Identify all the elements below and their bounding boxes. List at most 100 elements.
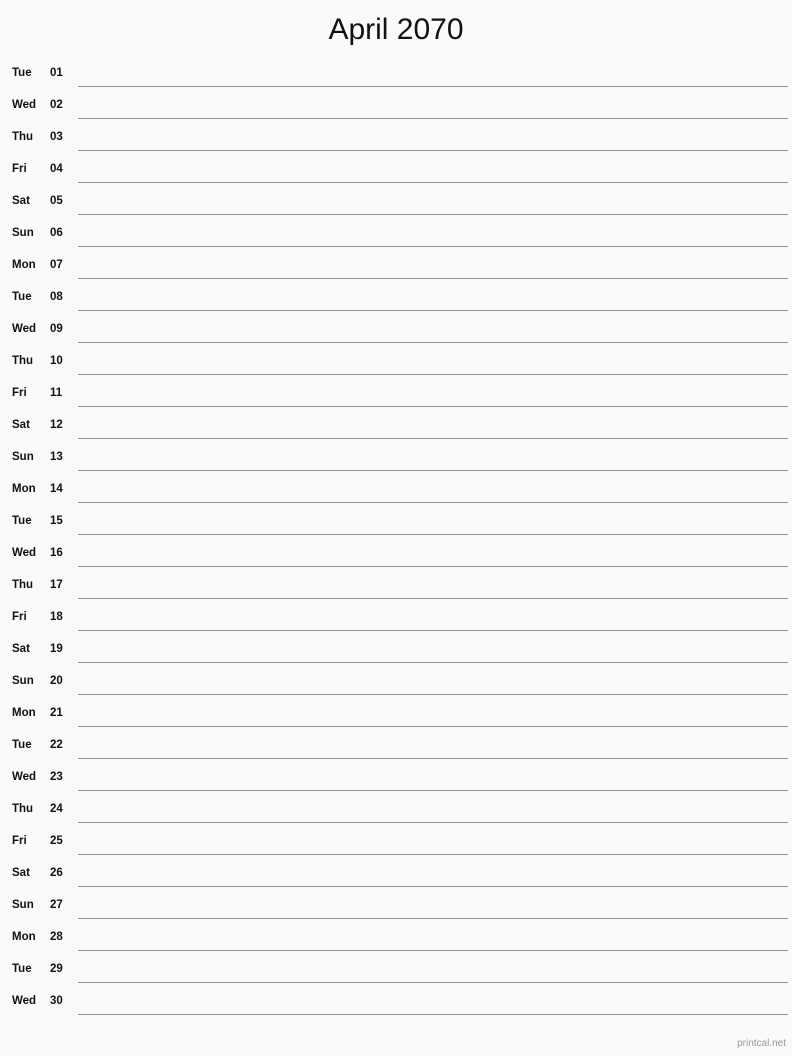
day-writing-line[interactable]	[78, 950, 788, 951]
day-date-number: 27	[50, 899, 63, 911]
table-row[interactable]: Wed 30	[0, 988, 792, 1020]
day-date-number: 12	[50, 419, 63, 431]
day-date-number: 30	[50, 995, 63, 1007]
day-date-number: 25	[50, 835, 63, 847]
day-writing-line[interactable]	[78, 342, 788, 343]
table-row[interactable]: Wed 23	[0, 764, 792, 796]
day-date-number: 23	[50, 771, 63, 783]
table-row[interactable]: Wed 16	[0, 540, 792, 572]
day-weekday-label: Mon	[12, 259, 36, 271]
table-row[interactable]: Fri 11	[0, 380, 792, 412]
table-row[interactable]: Sat 19	[0, 636, 792, 668]
day-writing-line[interactable]	[78, 1014, 788, 1015]
day-date-number: 08	[50, 291, 63, 303]
day-date-number: 16	[50, 547, 63, 559]
day-weekday-label: Sat	[12, 419, 30, 431]
day-date-number: 21	[50, 707, 63, 719]
table-row[interactable]: Tue 15	[0, 508, 792, 540]
day-writing-line[interactable]	[78, 566, 788, 567]
table-row[interactable]: Mon 14	[0, 476, 792, 508]
table-row[interactable]: Thu 03	[0, 124, 792, 156]
table-row[interactable]: Thu 17	[0, 572, 792, 604]
day-writing-line[interactable]	[78, 502, 788, 503]
table-row[interactable]: Sat 26	[0, 860, 792, 892]
day-writing-line[interactable]	[78, 310, 788, 311]
table-row[interactable]: Sat 12	[0, 412, 792, 444]
table-row[interactable]: Sat 05	[0, 188, 792, 220]
day-weekday-label: Mon	[12, 483, 36, 495]
day-writing-line[interactable]	[78, 150, 788, 151]
day-date-number: 18	[50, 611, 63, 623]
table-row[interactable]: Sun 13	[0, 444, 792, 476]
day-writing-line[interactable]	[78, 118, 788, 119]
day-writing-line[interactable]	[78, 726, 788, 727]
day-weekday-label: Sat	[12, 195, 30, 207]
day-date-number: 15	[50, 515, 63, 527]
day-writing-line[interactable]	[78, 662, 788, 663]
day-writing-line[interactable]	[78, 534, 788, 535]
day-writing-line[interactable]	[78, 886, 788, 887]
day-writing-line[interactable]	[78, 470, 788, 471]
day-writing-line[interactable]	[78, 822, 788, 823]
day-weekday-label: Wed	[12, 547, 37, 559]
table-row[interactable]: Tue 08	[0, 284, 792, 316]
day-date-number: 03	[50, 131, 63, 143]
day-writing-line[interactable]	[78, 598, 788, 599]
day-date-number: 28	[50, 931, 63, 943]
day-writing-line[interactable]	[78, 406, 788, 407]
day-weekday-label: Fri	[12, 163, 27, 175]
table-row[interactable]: Sun 20	[0, 668, 792, 700]
table-row[interactable]: Sun 06	[0, 220, 792, 252]
day-writing-line[interactable]	[78, 278, 788, 279]
table-row[interactable]: Fri 25	[0, 828, 792, 860]
day-weekday-label: Fri	[12, 387, 27, 399]
day-date-number: 19	[50, 643, 63, 655]
table-row[interactable]: Thu 24	[0, 796, 792, 828]
day-date-number: 06	[50, 227, 63, 239]
day-writing-line[interactable]	[78, 918, 788, 919]
day-weekday-label: Sun	[12, 451, 34, 463]
calendar-page: April 2070 Tue 01 Wed 02 Thu 03 Fri 04 Sat 05 Sun 0…	[0, 0, 792, 1056]
day-writing-line[interactable]	[78, 214, 788, 215]
table-row[interactable]: Mon 28	[0, 924, 792, 956]
day-rows-list: Tue 01 Wed 02 Thu 03 Fri 04 Sat 05 Sun 06 Mon 07 Tue 08…	[0, 60, 792, 1020]
table-row[interactable]: Wed 09	[0, 316, 792, 348]
day-writing-line[interactable]	[78, 758, 788, 759]
day-writing-line[interactable]	[78, 182, 788, 183]
day-writing-line[interactable]	[78, 790, 788, 791]
day-weekday-label: Wed	[12, 995, 37, 1007]
day-weekday-label: Thu	[12, 355, 34, 367]
table-row[interactable]: Mon 21	[0, 700, 792, 732]
table-row[interactable]: Fri 18	[0, 604, 792, 636]
day-writing-line[interactable]	[78, 86, 788, 87]
day-weekday-label: Tue	[12, 515, 32, 527]
day-weekday-label: Thu	[12, 579, 34, 591]
table-row[interactable]: Thu 10	[0, 348, 792, 380]
table-row[interactable]: Fri 04	[0, 156, 792, 188]
table-row[interactable]: Mon 07	[0, 252, 792, 284]
day-writing-line[interactable]	[78, 630, 788, 631]
day-weekday-label: Fri	[12, 611, 27, 623]
day-writing-line[interactable]	[78, 694, 788, 695]
day-date-number: 13	[50, 451, 63, 463]
day-weekday-label: Tue	[12, 739, 32, 751]
table-row[interactable]: Sun 27	[0, 892, 792, 924]
day-writing-line[interactable]	[78, 982, 788, 983]
day-writing-line[interactable]	[78, 246, 788, 247]
table-row[interactable]: Tue 22	[0, 732, 792, 764]
table-row[interactable]: Wed 02	[0, 92, 792, 124]
day-writing-line[interactable]	[78, 854, 788, 855]
table-row[interactable]: Tue 29	[0, 956, 792, 988]
day-date-number: 14	[50, 483, 63, 495]
day-writing-line[interactable]	[78, 374, 788, 375]
day-weekday-label: Tue	[12, 291, 32, 303]
table-row[interactable]: Tue 01	[0, 60, 792, 92]
day-weekday-label: Sat	[12, 643, 30, 655]
day-date-number: 22	[50, 739, 63, 751]
day-date-number: 09	[50, 323, 63, 335]
day-writing-line[interactable]	[78, 438, 788, 439]
day-weekday-label: Sat	[12, 867, 30, 879]
day-weekday-label: Sun	[12, 227, 34, 239]
footer-attribution: printcal.net	[737, 1038, 786, 1049]
day-weekday-label: Tue	[12, 67, 32, 79]
